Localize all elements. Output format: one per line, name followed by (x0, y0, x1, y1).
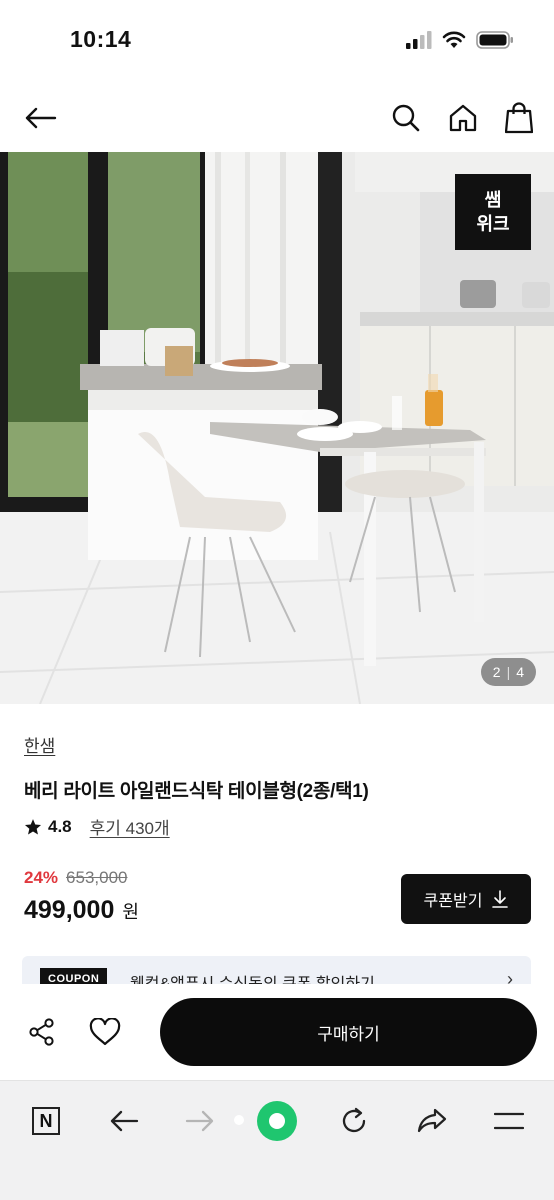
download-icon (492, 890, 509, 908)
naver-home-button[interactable]: N (24, 1099, 68, 1143)
brand-link[interactable]: 한샘 (24, 732, 55, 757)
reload-button[interactable] (332, 1099, 376, 1143)
back-button[interactable] (20, 98, 60, 138)
status-bar: 10:14 (0, 0, 554, 84)
original-price: 653,000 (66, 868, 128, 887)
rating-row: 4.8 후기 430개 (24, 814, 170, 839)
brand-week-badge: 쌤 위크 (455, 174, 531, 250)
home-icon (449, 104, 477, 132)
review-count-link[interactable]: 후기 430개 (90, 814, 170, 839)
battery-icon (476, 31, 513, 49)
wishlist-button[interactable] (86, 1014, 124, 1050)
image-counter: 2 | 4 (480, 658, 536, 686)
discount-rate: 24% (24, 868, 59, 887)
arrow-right-icon (185, 1110, 214, 1132)
get-coupon-button[interactable]: 쿠폰받기 (401, 874, 531, 924)
sale-price: 499,000 (24, 896, 115, 924)
back-arrow-icon (25, 107, 57, 129)
image-counter-total: 4 (516, 664, 524, 680)
status-icons (406, 30, 514, 50)
product-image-carousel[interactable]: 쌤 위크 2 | 4 (0, 152, 554, 704)
page-dot-indicator (234, 1115, 244, 1125)
reload-icon (342, 1107, 366, 1133)
get-coupon-label: 쿠폰받기 (423, 893, 483, 910)
image-counter-separator: | (506, 664, 511, 680)
home-button[interactable] (443, 98, 483, 138)
currency-label: 원 (122, 902, 139, 922)
browser-forward-button[interactable] (178, 1099, 222, 1143)
heart-icon (89, 1018, 121, 1046)
signal-icon (406, 31, 432, 49)
buy-button[interactable]: 구매하기 (160, 998, 537, 1066)
badge-line-1: 쌤 (484, 190, 502, 210)
hamburger-menu-icon (494, 1112, 524, 1130)
image-counter-current: 2 (492, 664, 501, 680)
wifi-icon (442, 31, 466, 48)
forward-share-icon (417, 1108, 447, 1133)
naver-n-icon: N (32, 1107, 60, 1135)
shopping-bag-icon (505, 102, 533, 134)
browser-toolbar: N (0, 1080, 554, 1200)
discount-row: 24% 653,000 (24, 868, 127, 888)
browser-back-button[interactable] (102, 1099, 146, 1143)
arrow-left-icon (110, 1110, 139, 1132)
browser-menu-button[interactable] (487, 1099, 531, 1143)
status-time: 10:14 (70, 26, 132, 52)
price-row: 499,000 원 (24, 896, 139, 925)
badge-line-2: 위크 (476, 214, 510, 234)
share-icon (29, 1018, 54, 1046)
search-button[interactable] (386, 98, 426, 138)
top-nav (0, 90, 554, 146)
product-title: 베리 라이트 아일랜드식탁 테이블형(2종/택1) (24, 781, 369, 802)
star-icon (24, 818, 42, 834)
green-dot-icon (257, 1101, 297, 1141)
rating-value: 4.8 (48, 816, 72, 836)
purchase-action-bar: 구매하기 (0, 984, 554, 1080)
search-icon (392, 104, 420, 132)
green-dot-button[interactable] (255, 1099, 299, 1143)
browser-share-button[interactable] (410, 1099, 454, 1143)
share-button[interactable] (24, 1014, 60, 1050)
cart-button[interactable] (499, 98, 539, 138)
